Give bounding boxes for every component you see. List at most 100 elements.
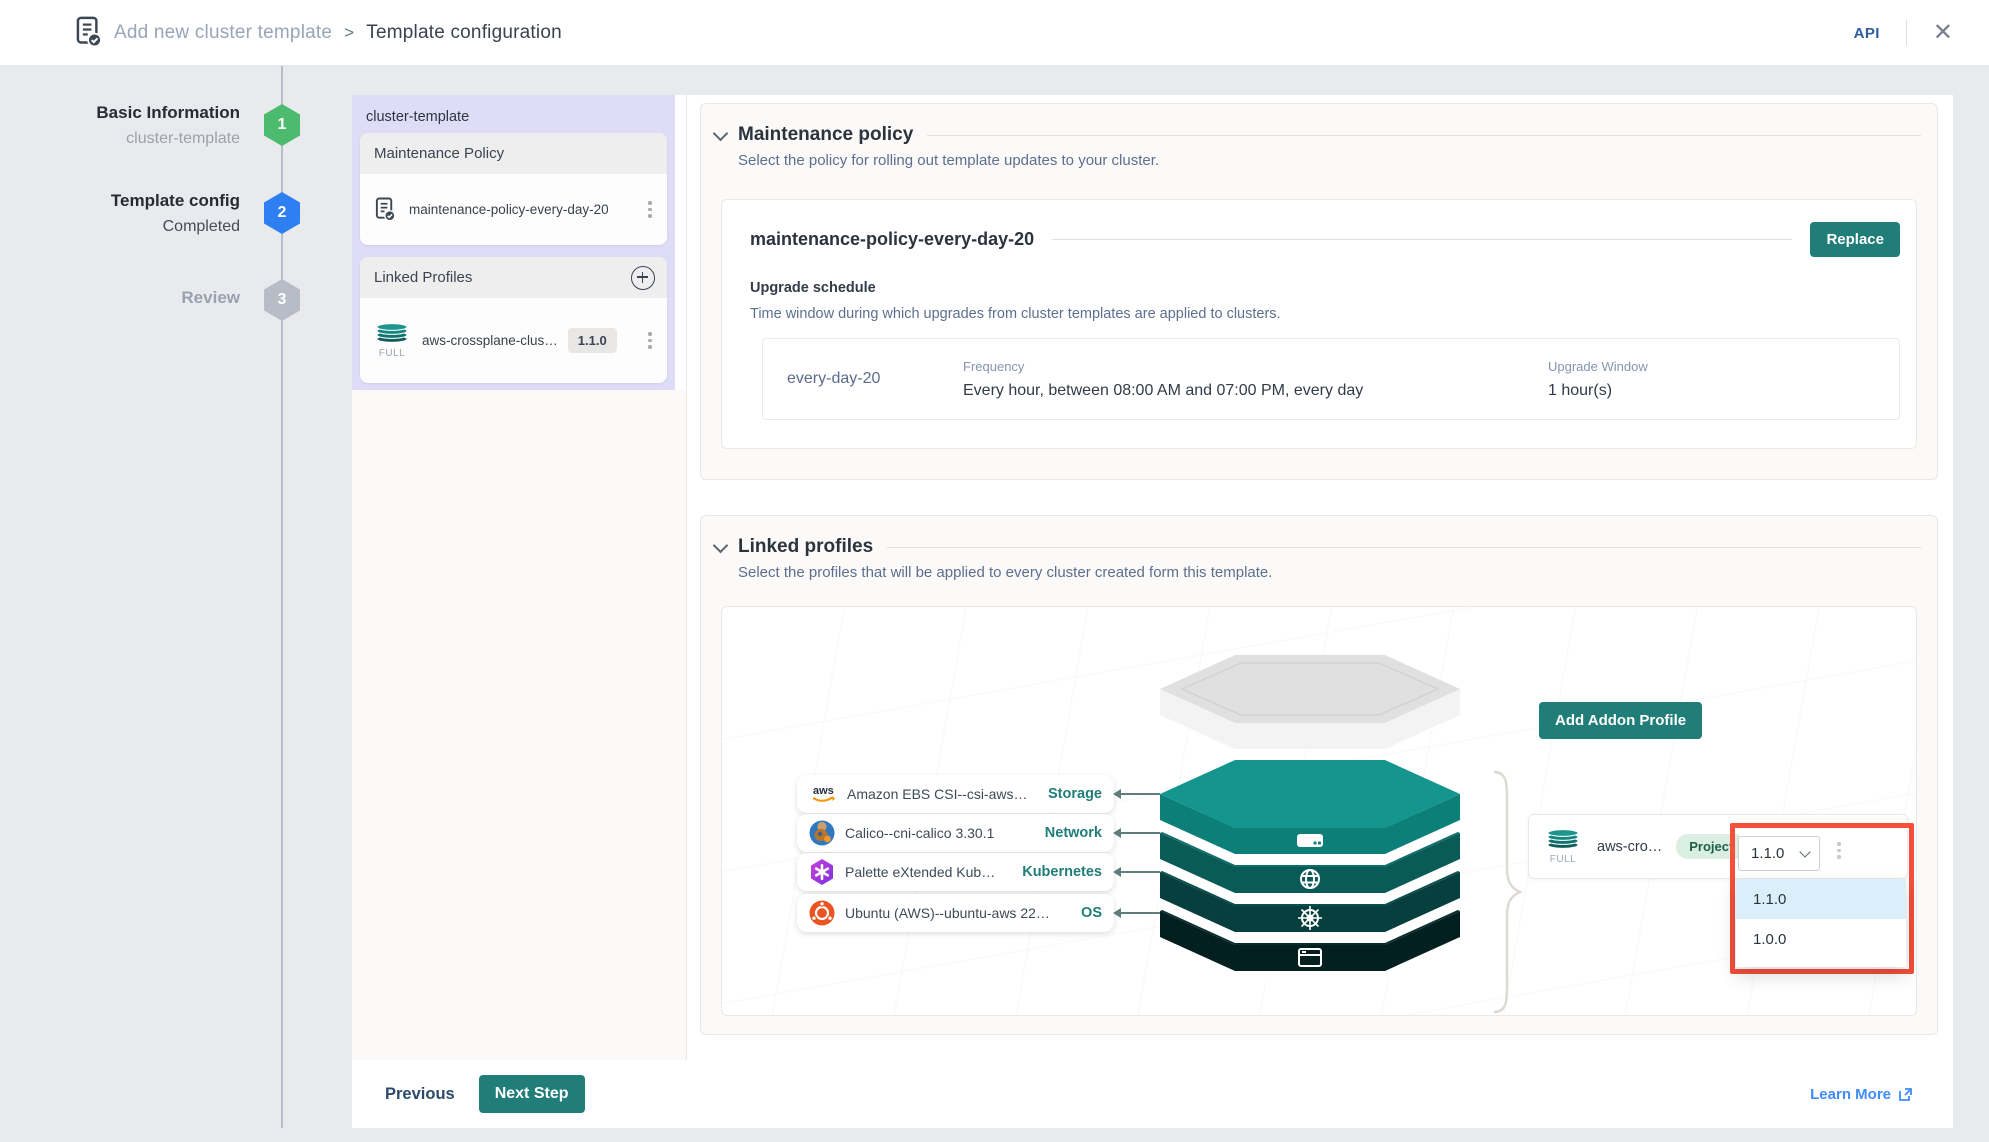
- selected-policy-card: maintenance-policy-every-day-20 Replace …: [721, 199, 1917, 449]
- schedule-name: every-day-20: [763, 370, 963, 388]
- upgrade-window-value: 1 hour(s): [1548, 382, 1648, 400]
- maintenance-policy-item[interactable]: maintenance-policy-every-day-20: [360, 174, 667, 245]
- step-review[interactable]: Review: [30, 288, 240, 308]
- pack-name: Ubuntu (AWS)--ubuntu-aws 22…: [845, 905, 1050, 921]
- section-title: Maintenance policy: [738, 124, 913, 146]
- learn-more-link[interactable]: Learn More: [1810, 1086, 1913, 1103]
- profile-scope-label: FULL: [379, 348, 405, 359]
- layer-pill-network[interactable]: Calico--cni-calico 3.30.1 Network: [797, 814, 1114, 852]
- add-profile-icon[interactable]: [631, 266, 655, 290]
- next-step-button[interactable]: Next Step: [479, 1075, 585, 1113]
- sidebar-title: cluster-template: [366, 109, 469, 125]
- profile-item-label: aws-crossplane-clus…: [422, 333, 558, 348]
- breadcrumb-current-step: Template configuration: [366, 22, 562, 44]
- breadcrumb-separator: >: [344, 23, 354, 43]
- version-select[interactable]: 1.1.0: [1738, 836, 1820, 871]
- version-select-value: 1.1.0: [1751, 845, 1784, 862]
- replace-button[interactable]: Replace: [1810, 222, 1900, 257]
- version-option[interactable]: 1.0.0: [1736, 919, 1906, 959]
- step-number: 3: [278, 291, 287, 309]
- step-title: Template config: [30, 191, 240, 211]
- step-subtitle: cluster-template: [30, 130, 240, 148]
- profile-name: aws-cro…: [1597, 839, 1662, 855]
- layer-connector-line: [1121, 793, 1160, 795]
- profile-scope-label: FULL: [1550, 854, 1576, 865]
- aws-icon: aws: [809, 781, 837, 807]
- policy-item-label: maintenance-policy-every-day-20: [409, 202, 609, 217]
- layer-type: Network: [1045, 825, 1102, 841]
- pack-name: Calico--cni-calico 3.30.1: [845, 825, 994, 841]
- policy-rule: [1052, 239, 1792, 240]
- schedule-table-row: every-day-20 Frequency Every hour, betwe…: [762, 338, 1900, 420]
- linked-profile-item[interactable]: FULL aws-crossplane-clus… 1.1.0: [360, 298, 667, 383]
- add-cluster-template-modal: Add new cluster template > Template conf…: [0, 0, 1989, 1142]
- profile-layers-icon: [374, 322, 410, 346]
- maintenance-policy-card-header: Maintenance Policy: [360, 133, 667, 174]
- layer-connector-line: [1121, 912, 1160, 914]
- template-config-panel: cluster-template Maintenance Policy: [352, 95, 1953, 1128]
- chevron-down-icon: [1799, 846, 1810, 857]
- svg-text:aws: aws: [813, 785, 834, 797]
- kebab-menu-icon[interactable]: [643, 332, 657, 349]
- policy-doc-icon: [374, 197, 397, 222]
- layer-type: Kubernetes: [1022, 864, 1102, 880]
- sidebar-column-background: [352, 390, 686, 1060]
- step-template-config[interactable]: Template config Completed: [30, 191, 240, 236]
- api-link[interactable]: API: [1854, 25, 1880, 42]
- step-subtitle: Completed: [30, 218, 240, 236]
- profile-version-badge: 1.1.0: [568, 328, 617, 353]
- upgrade-schedule-heading: Upgrade schedule: [750, 280, 876, 296]
- pack-name: Palette eXtended Kub…: [845, 864, 995, 880]
- linked-profile-row[interactable]: FULL aws-cro… Project: [1528, 814, 1908, 879]
- breadcrumb-wizard-title: Add new cluster template: [114, 22, 332, 44]
- step-title: Basic Information: [30, 103, 240, 123]
- upgrade-schedule-description: Time window during which upgrades from c…: [750, 306, 1281, 322]
- kebab-menu-icon[interactable]: [643, 201, 657, 218]
- layer-pill-os[interactable]: Ubuntu (AWS)--ubuntu-aws 22… OS: [797, 894, 1114, 932]
- collapse-chevron-icon[interactable]: [713, 537, 729, 553]
- step-3-hexagon[interactable]: 3: [264, 279, 300, 321]
- version-option[interactable]: 1.1.0: [1736, 879, 1906, 919]
- maintenance-policy-card: Maintenance Policy maintenance-policy-ev…: [360, 133, 667, 245]
- previous-button[interactable]: Previous: [385, 1085, 455, 1104]
- close-icon[interactable]: ✕: [1933, 21, 1953, 45]
- section-title: Linked profiles: [738, 536, 873, 558]
- frequency-label: Frequency: [963, 359, 1548, 374]
- layer-type: OS: [1081, 905, 1102, 921]
- maintenance-policy-section: Maintenance policy Select the policy for…: [700, 103, 1938, 480]
- kebab-menu-icon[interactable]: [1832, 842, 1846, 859]
- learn-more-label: Learn More: [1810, 1086, 1891, 1103]
- version-dropdown-menu: 1.1.0 1.0.0: [1736, 879, 1906, 967]
- step-number: 1: [278, 116, 287, 134]
- profile-stack-diagram: aws Amazon EBS CSI--csi-aws… Storage: [721, 606, 1917, 1016]
- project-badge: Project: [1676, 834, 1746, 859]
- layer-type: Storage: [1048, 786, 1102, 802]
- section-rule: [927, 135, 1921, 136]
- step-title: Review: [30, 288, 240, 308]
- pack-name: Amazon EBS CSI--csi-aws…: [847, 786, 1027, 802]
- policy-name: maintenance-policy-every-day-20: [750, 229, 1034, 250]
- section-rule: [887, 547, 1921, 548]
- cluster-template-sidebar: cluster-template Maintenance Policy: [352, 95, 675, 390]
- linked-profiles-header-label: Linked Profiles: [374, 269, 472, 286]
- step-2-hexagon[interactable]: 2: [264, 192, 300, 234]
- section-subtitle: Select the policy for rolling out templa…: [701, 146, 1937, 169]
- profile-layers-icon: [1545, 828, 1581, 852]
- step-1-hexagon[interactable]: 1: [264, 104, 300, 146]
- storage-layer-icon: [1297, 834, 1323, 847]
- linked-profiles-section: Linked profiles Select the profiles that…: [700, 515, 1938, 1035]
- layer-connector-line: [1121, 832, 1160, 834]
- collapse-chevron-icon[interactable]: [713, 125, 729, 141]
- step-basic-information[interactable]: Basic Information cluster-template: [30, 103, 240, 148]
- wizard-footer: Previous Next Step Learn More: [352, 1060, 1953, 1128]
- linked-profiles-card-header: Linked Profiles: [360, 257, 667, 298]
- ubuntu-icon: [809, 900, 835, 926]
- calico-icon: [809, 820, 835, 846]
- header-divider: [1906, 20, 1907, 46]
- layer-pill-storage[interactable]: aws Amazon EBS CSI--csi-aws… Storage: [797, 775, 1114, 813]
- add-addon-profile-button[interactable]: Add Addon Profile: [1539, 702, 1702, 739]
- layer-pill-kubernetes[interactable]: Palette eXtended Kub… Kubernetes: [797, 853, 1114, 891]
- linked-profiles-card: Linked Profiles FULL: [360, 257, 667, 383]
- step-number: 2: [278, 204, 287, 222]
- cluster-layers-stack: [1160, 655, 1460, 985]
